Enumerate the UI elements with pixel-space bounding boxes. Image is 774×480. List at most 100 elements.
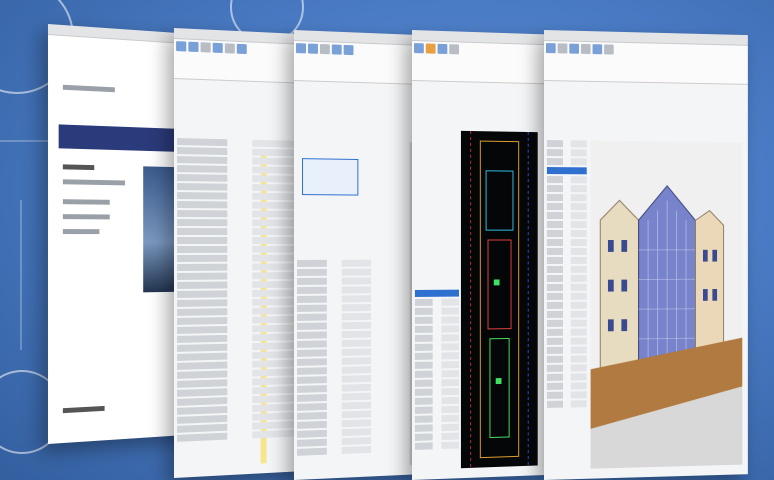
list-item[interactable] bbox=[177, 138, 301, 148]
properties-rows[interactable] bbox=[414, 289, 459, 452]
table-rows[interactable] bbox=[177, 138, 301, 444]
list-item[interactable] bbox=[297, 321, 372, 330]
list-item[interactable] bbox=[177, 165, 301, 174]
list-item[interactable] bbox=[414, 370, 459, 378]
ribbon-button[interactable] bbox=[188, 41, 199, 53]
list-item[interactable] bbox=[297, 392, 372, 402]
list-item[interactable] bbox=[546, 355, 587, 363]
list-item[interactable] bbox=[546, 382, 587, 390]
ribbon-toolbar[interactable] bbox=[294, 41, 420, 85]
list-item[interactable] bbox=[414, 298, 459, 306]
list-item[interactable] bbox=[414, 414, 459, 423]
3d-building-render-window[interactable] bbox=[544, 30, 748, 480]
list-item[interactable] bbox=[414, 316, 459, 324]
ribbon-button[interactable] bbox=[437, 43, 448, 55]
ribbon-button[interactable] bbox=[308, 43, 318, 54]
list-item[interactable] bbox=[297, 410, 372, 420]
list-item[interactable] bbox=[177, 324, 301, 334]
list-item[interactable] bbox=[177, 263, 301, 271]
list-item[interactable] bbox=[546, 256, 587, 264]
ribbon-button[interactable] bbox=[604, 44, 614, 55]
list-item[interactable] bbox=[297, 312, 372, 321]
list-item[interactable] bbox=[297, 330, 372, 339]
list-item[interactable] bbox=[297, 419, 372, 429]
list-item[interactable] bbox=[546, 319, 587, 327]
list-item[interactable] bbox=[546, 310, 587, 318]
list-item[interactable] bbox=[177, 307, 301, 316]
list-item[interactable] bbox=[546, 247, 587, 255]
list-item[interactable] bbox=[297, 339, 372, 348]
list-item[interactable] bbox=[414, 432, 459, 441]
list-item[interactable] bbox=[414, 423, 459, 432]
ribbon-button[interactable] bbox=[592, 44, 603, 55]
list-item[interactable] bbox=[546, 140, 587, 148]
list-item[interactable] bbox=[546, 149, 587, 157]
list-item[interactable] bbox=[177, 201, 301, 209]
list-item[interactable] bbox=[414, 334, 459, 342]
list-item[interactable] bbox=[414, 361, 459, 369]
list-item[interactable] bbox=[546, 274, 587, 282]
list-item[interactable] bbox=[177, 245, 301, 253]
list-item[interactable] bbox=[297, 445, 372, 456]
3d-viewport[interactable] bbox=[590, 140, 743, 469]
list-item[interactable] bbox=[414, 352, 459, 360]
list-item[interactable] bbox=[177, 289, 301, 298]
list-item[interactable] bbox=[546, 185, 587, 193]
list-item[interactable] bbox=[177, 315, 301, 325]
list-item[interactable] bbox=[297, 348, 372, 357]
list-item[interactable] bbox=[546, 212, 587, 220]
list-item[interactable] bbox=[546, 265, 587, 273]
ribbon-button[interactable] bbox=[449, 44, 459, 55]
schedule-table-window[interactable] bbox=[174, 28, 304, 478]
list-item[interactable] bbox=[546, 194, 587, 202]
cad-viewport[interactable] bbox=[460, 130, 538, 469]
list-item[interactable] bbox=[177, 237, 301, 244]
ribbon-button[interactable] bbox=[224, 43, 235, 54]
list-item[interactable] bbox=[177, 228, 301, 236]
ribbon-button[interactable] bbox=[236, 43, 247, 55]
selection-box[interactable] bbox=[302, 158, 359, 196]
list-item[interactable] bbox=[414, 387, 459, 396]
list-item[interactable] bbox=[297, 374, 372, 384]
list-item[interactable] bbox=[297, 259, 372, 267]
list-item[interactable] bbox=[414, 343, 459, 351]
ribbon-toolbar[interactable] bbox=[544, 41, 748, 85]
ribbon-button[interactable] bbox=[319, 43, 330, 55]
ribbon-button[interactable] bbox=[176, 41, 187, 52]
list-item[interactable] bbox=[546, 364, 587, 372]
list-item[interactable] bbox=[177, 210, 301, 218]
list-item[interactable] bbox=[546, 400, 587, 408]
list-item[interactable] bbox=[297, 383, 372, 393]
list-item[interactable] bbox=[297, 357, 372, 366]
ribbon-button[interactable] bbox=[580, 43, 591, 55]
list-item[interactable] bbox=[177, 183, 301, 192]
list-item[interactable] bbox=[546, 283, 587, 291]
ribbon-button[interactable] bbox=[331, 44, 342, 55]
list-item[interactable] bbox=[546, 203, 587, 211]
parameter-tree-window[interactable] bbox=[294, 30, 420, 480]
list-item[interactable] bbox=[297, 286, 372, 294]
ribbon-button[interactable] bbox=[569, 43, 579, 54]
list-item[interactable] bbox=[546, 373, 587, 381]
ribbon-button[interactable] bbox=[200, 42, 211, 53]
list-item[interactable] bbox=[546, 158, 587, 166]
cad-plan-window[interactable] bbox=[412, 30, 548, 480]
list-item[interactable] bbox=[546, 221, 587, 229]
list-item[interactable] bbox=[546, 230, 587, 238]
list-item[interactable] bbox=[546, 301, 587, 309]
list-item[interactable] bbox=[297, 277, 372, 285]
list-item[interactable] bbox=[297, 366, 372, 375]
list-item[interactable] bbox=[546, 292, 587, 300]
list-item[interactable] bbox=[177, 147, 301, 157]
list-item[interactable] bbox=[546, 328, 587, 336]
list-item[interactable] bbox=[177, 219, 301, 227]
ribbon-toolbar[interactable] bbox=[412, 41, 548, 85]
ribbon-button[interactable] bbox=[425, 43, 436, 54]
list-item[interactable] bbox=[546, 391, 587, 399]
list-item[interactable] bbox=[414, 441, 459, 450]
ribbon-button[interactable] bbox=[557, 43, 568, 54]
list-item[interactable] bbox=[177, 192, 301, 201]
list-item[interactable] bbox=[297, 268, 372, 276]
tree-rows[interactable] bbox=[297, 259, 372, 458]
list-item[interactable] bbox=[177, 254, 301, 262]
